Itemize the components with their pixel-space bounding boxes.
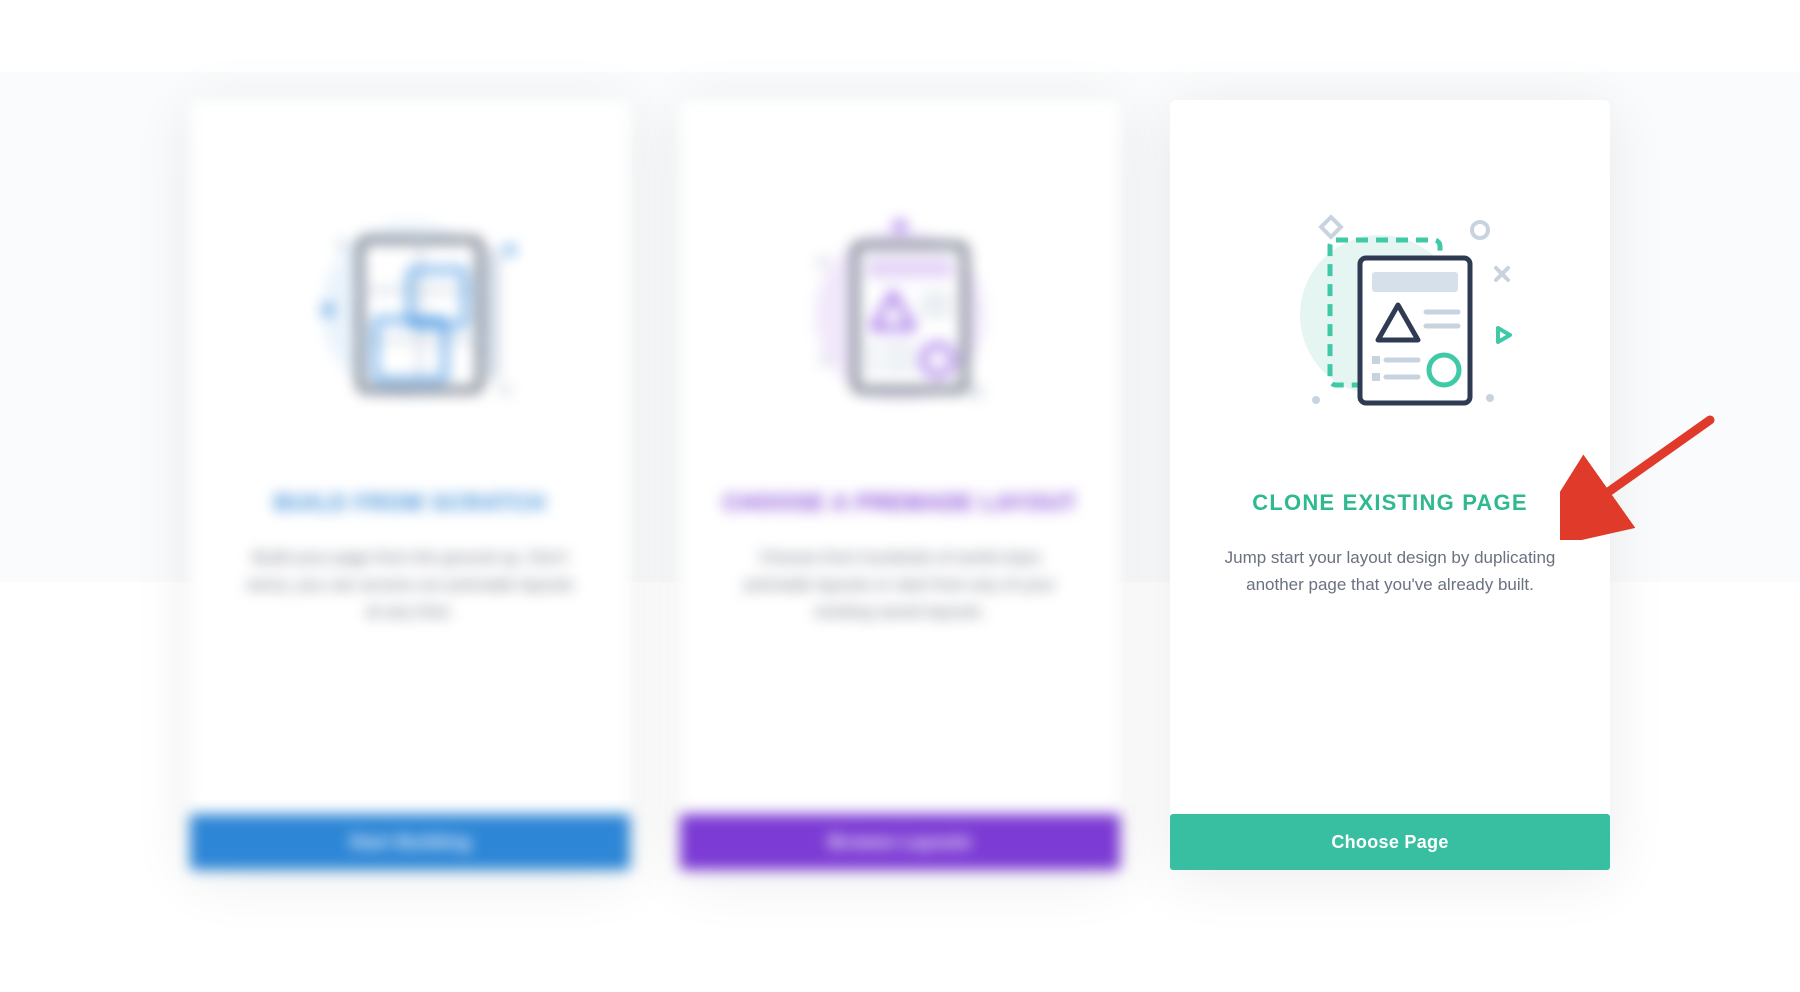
card-title: CLONE EXISTING PAGE (1170, 490, 1610, 516)
clone-teal-icon (1260, 200, 1520, 420)
wireframe-blue-icon (280, 200, 540, 420)
card-build-from-scratch[interactable]: BUILD FROM SCRATCH Build your page from … (190, 100, 630, 870)
layout-purple-icon (770, 200, 1030, 420)
build-from-scratch-illustration (190, 100, 630, 450)
card-description: Jump start your layout design by duplica… (1170, 544, 1610, 598)
card-premade-layout[interactable]: CHOOSE A PREMADE LAYOUT Choose from hund… (680, 100, 1120, 870)
card-description: Build your page from the ground up. Don'… (190, 544, 630, 626)
clone-page-illustration (1170, 100, 1610, 450)
choose-page-button[interactable]: Choose Page (1170, 814, 1610, 870)
premade-layout-illustration (680, 100, 1120, 450)
card-description: Choose from hundreds of world-class prem… (680, 544, 1120, 626)
browse-layouts-button[interactable]: Browse Layouts (680, 814, 1120, 870)
card-title: CHOOSE A PREMADE LAYOUT (680, 490, 1120, 516)
card-title: BUILD FROM SCRATCH (190, 490, 630, 516)
option-cards-row: BUILD FROM SCRATCH Build your page from … (0, 0, 1800, 870)
start-building-button[interactable]: Start Building (190, 814, 630, 870)
card-clone-existing-page[interactable]: CLONE EXISTING PAGE Jump start your layo… (1170, 100, 1610, 870)
